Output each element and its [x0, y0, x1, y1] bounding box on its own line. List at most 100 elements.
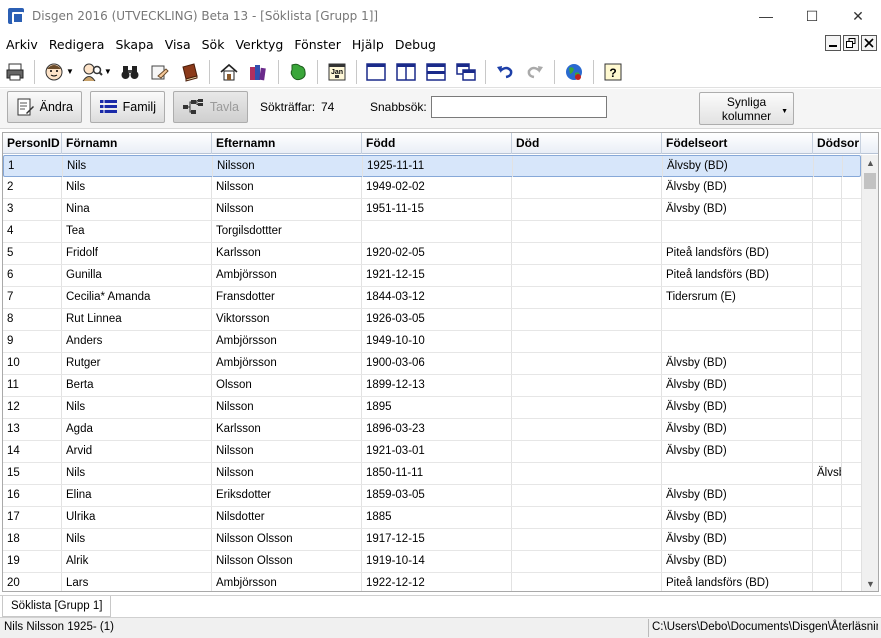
family-button[interactable]: Familj	[90, 91, 165, 123]
table-row[interactable]: 4 Tea Torgilsdottter	[3, 221, 861, 243]
split-horizontal-button[interactable]	[423, 59, 449, 85]
table-row[interactable]: 15NilsNilsson1850-11-11 Älvsby	[3, 463, 861, 485]
cell-fodelseort: Älvsby (BD)	[663, 156, 814, 177]
table-row[interactable]: 7 Cecilia* Amanda Fransdotter 1844-03-12 Tid…	[3, 287, 861, 309]
cell-dodsort	[813, 265, 842, 286]
table-row[interactable]: 2 Nils Nilsson 1949-02-02 Älvsby (BD)	[3, 177, 861, 199]
cell-fodd: 1885	[362, 507, 512, 528]
mdi-close-button[interactable]	[861, 35, 877, 51]
two-panel-button[interactable]	[393, 59, 419, 85]
column-header-fornamn[interactable]: Förnamn	[62, 133, 212, 154]
table-row[interactable]: 18 Nils Nilsson Olsson 1917-12-15 Älvsby (BD…	[3, 529, 861, 551]
close-button[interactable]: ✕	[835, 0, 881, 32]
cell-dod	[512, 529, 662, 550]
menu-fonster[interactable]: Fönster	[288, 37, 346, 52]
column-header-fodd[interactable]: Född	[362, 133, 512, 154]
mdi-minimize-button[interactable]	[825, 35, 841, 51]
visible-columns-button[interactable]: Synliga kolumner ▼	[699, 92, 794, 125]
table-row[interactable]: 12 Nils Nilsson 1895 Älvsby (BD)	[3, 397, 861, 419]
menu-skapa[interactable]: Skapa	[109, 37, 158, 52]
undo-button[interactable]	[492, 59, 518, 85]
globe-button[interactable]	[561, 59, 587, 85]
scrollbar-thumb[interactable]	[864, 173, 876, 189]
cell-fodd: 1919-10-14	[362, 551, 512, 572]
map-button[interactable]	[285, 59, 311, 85]
cell-dodsort	[813, 243, 842, 264]
single-panel-button[interactable]	[363, 59, 389, 85]
table-row[interactable]: 11 Berta Olsson 1899-12-13 Älvsby (BD)	[3, 375, 861, 397]
cell-efternamn: Karlsson	[212, 419, 362, 440]
grid-body: 1 Nils Nilsson 1925-11-11 Älvsby (BD) 2 Nils Ni…	[3, 155, 861, 591]
cell-personid: 16	[3, 485, 62, 506]
column-header-personid[interactable]: PersonID	[3, 133, 62, 154]
scroll-up-icon[interactable]: ▲	[862, 155, 878, 171]
cell-fornamn: Gunilla	[62, 265, 212, 286]
quick-search-input[interactable]	[431, 96, 607, 118]
binoculars-icon	[121, 65, 139, 79]
home-button[interactable]	[216, 59, 242, 85]
cell-dodsort	[813, 551, 842, 572]
table-row[interactable]: 10 Rutger Ambjörsson 1900-03-06 Älvsby (BD)	[3, 353, 861, 375]
cell-efternamn: Nilsdotter	[212, 507, 362, 528]
column-header-efternamn[interactable]: Efternamn	[212, 133, 362, 154]
cell-personid: 3	[3, 199, 62, 220]
binoculars-button[interactable]	[117, 59, 143, 85]
table-row[interactable]: 8 Rut Linnea Viktorsson 1926-03-05	[3, 309, 861, 331]
scroll-down-icon[interactable]: ▼	[862, 576, 878, 591]
table-row[interactable]: 13 Agda Karlsson 1896-03-23 Älvsby (BD)	[3, 419, 861, 441]
minimize-button[interactable]: —	[743, 0, 789, 32]
cell-fodd: 1844-03-12	[362, 287, 512, 308]
cell-fornamn: Lars	[62, 573, 212, 591]
table-row[interactable]: 19 Alrik Nilsson Olsson 1919-10-14 Älvsby (B…	[3, 551, 861, 573]
print-button[interactable]	[2, 59, 28, 85]
calendar-button[interactable]: Jan	[324, 59, 350, 85]
menu-sok[interactable]: Sök	[196, 37, 230, 52]
cascade-windows-button[interactable]	[453, 59, 479, 85]
cell-dod	[512, 177, 662, 198]
table-row[interactable]: 14 Arvid Nilsson 1921-03-01 Älvsby (BD)	[3, 441, 861, 463]
menu-arkiv[interactable]: Arkiv	[0, 37, 43, 52]
vertical-scrollbar[interactable]: ▲ ▼	[861, 155, 878, 591]
redo-button[interactable]	[522, 59, 548, 85]
column-header-dodsort[interactable]: Dödsor	[813, 133, 861, 154]
cell-fornamn: Nina	[62, 199, 212, 220]
table-row[interactable]: 17 Ulrika Nilsdotter 1885 Älvsby (BD)	[3, 507, 861, 529]
cell-dodsort	[813, 529, 842, 550]
cell-fodelseort: Piteå landsförs (BD)	[662, 265, 813, 286]
table-row[interactable]: 3 Nina Nilsson 1951-11-15 Älvsby (BD)	[3, 199, 861, 221]
status-path: C:\Users\Debo\Documents\Disgen\Återläsni…	[648, 619, 878, 637]
search-dropdown-icon[interactable]: ▼	[104, 67, 112, 76]
menu-visa[interactable]: Visa	[159, 37, 196, 52]
edit-button[interactable]: Ändra	[7, 91, 82, 123]
mdi-restore-button[interactable]	[843, 35, 859, 51]
person-dropdown-icon[interactable]: ▼	[66, 67, 74, 76]
help-button[interactable]: ?	[600, 59, 626, 85]
cell-dod	[512, 441, 662, 462]
tab-search-list[interactable]: Söklista [Grupp 1]	[2, 596, 112, 617]
app-icon[interactable]	[8, 8, 24, 24]
menu-verktyg[interactable]: Verktyg	[229, 37, 288, 52]
column-header-dod[interactable]: Död	[512, 133, 662, 154]
close-icon	[864, 38, 874, 48]
column-header-fodelseort[interactable]: Födelseort	[662, 133, 813, 154]
books-button[interactable]	[246, 59, 272, 85]
table-row[interactable]: 1 Nils Nilsson 1925-11-11 Älvsby (BD)	[3, 155, 861, 177]
person-button[interactable]	[41, 59, 67, 85]
cell-fornamn: Tea	[62, 221, 212, 242]
home-icon	[220, 63, 238, 80]
table-row[interactable]: 6 Gunilla Ambjörsson 1921-12-15 Piteå landsf…	[3, 265, 861, 287]
table-row[interactable]: 9 Anders Ambjörsson 1949-10-10	[3, 331, 861, 353]
book-button[interactable]	[177, 59, 203, 85]
hand-pointing-button[interactable]	[147, 59, 173, 85]
menu-debug[interactable]: Debug	[389, 37, 441, 52]
table-row[interactable]: 16 Elina Eriksdotter 1859-03-05 Älvsby (BD)	[3, 485, 861, 507]
search-person-button[interactable]	[79, 59, 105, 85]
cell-fodd: 1949-10-10	[362, 331, 512, 352]
menu-hjalp[interactable]: Hjälp	[346, 37, 389, 52]
tree-button[interactable]: Tavla	[173, 91, 248, 123]
table-row[interactable]: 5 Fridolf Karlsson 1920-02-05 Piteå landsför…	[3, 243, 861, 265]
maximize-button[interactable]: ☐	[789, 0, 835, 32]
menu-redigera[interactable]: Redigera	[43, 37, 110, 52]
table-row[interactable]: 20 Lars Ambjörsson 1922-12-12 Piteå landsför…	[3, 573, 861, 591]
cell-fodelseort: Älvsby (BD)	[662, 485, 813, 506]
